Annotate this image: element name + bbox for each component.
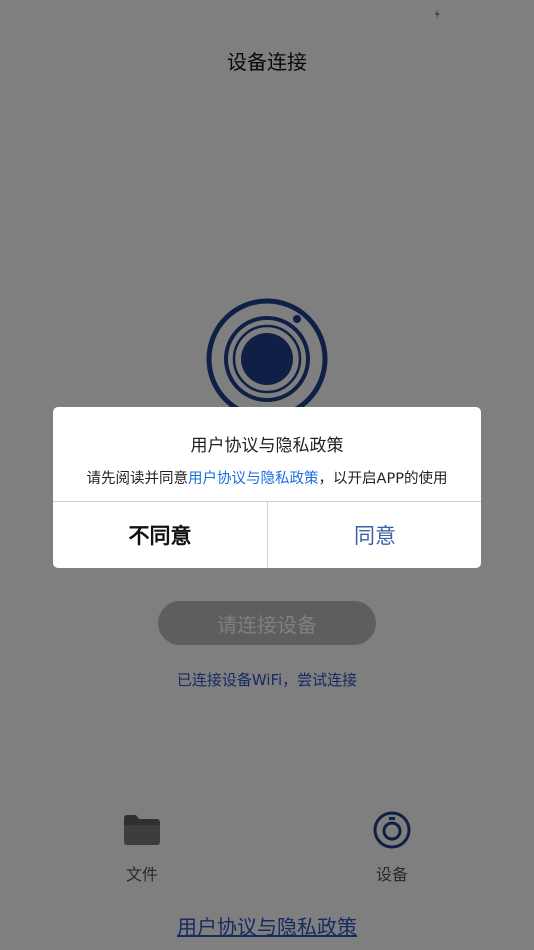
dialog-policy-link[interactable]: 用户协议与隐私政策 xyxy=(188,471,319,487)
agree-button[interactable]: 同意 xyxy=(268,502,481,568)
disagree-button[interactable]: 不同意 xyxy=(53,502,267,568)
privacy-dialog: 用户协议与隐私政策 请先阅读并同意用户协议与隐私政策，以开启APP的使用 不同意… xyxy=(53,407,481,568)
dialog-message: 请先阅读并同意用户协议与隐私政策，以开启APP的使用 xyxy=(53,467,481,488)
dialog-message-suffix: ，以开启APP的使用 xyxy=(318,471,448,487)
dialog-message-prefix: 请先阅读并同意 xyxy=(86,471,189,487)
dialog-title: 用户协议与隐私政策 xyxy=(190,436,344,456)
app-screen: 10:28 设备连接 请连接设备 已连接设备WiFi，尝试连接 文件 xyxy=(0,0,534,950)
